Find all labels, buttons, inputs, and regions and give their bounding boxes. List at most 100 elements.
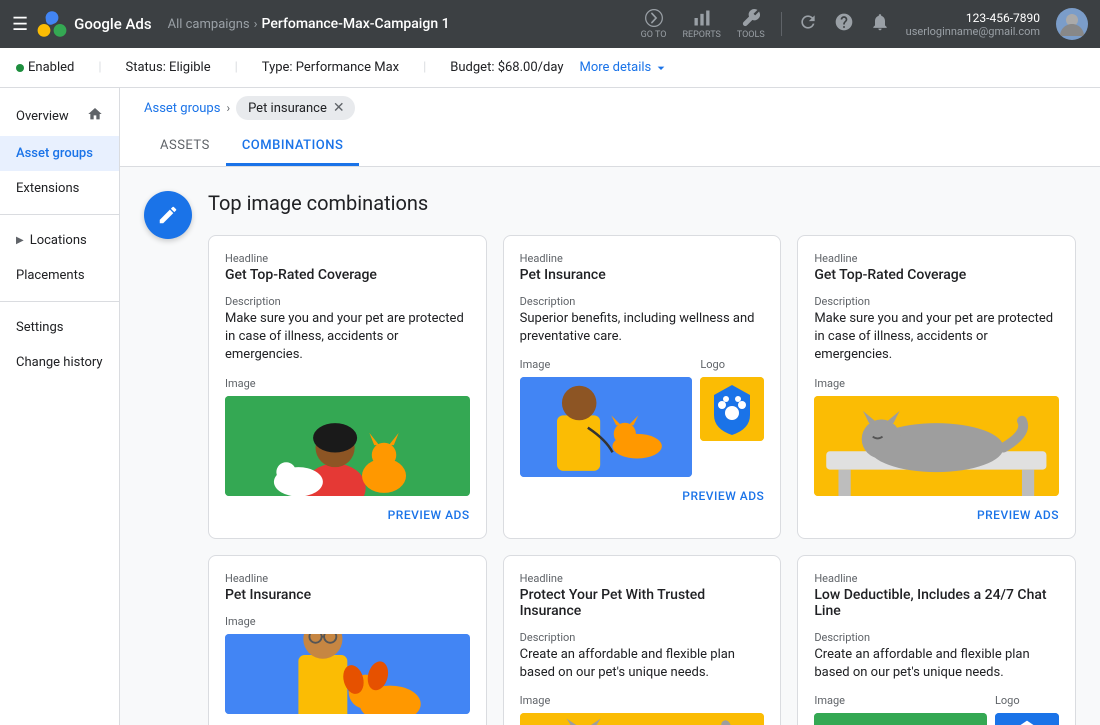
asset-groups-label: Asset groups [16, 146, 93, 161]
edit-button[interactable] [144, 191, 192, 239]
overview-label: Overview [16, 109, 69, 124]
sidebar-item-settings[interactable]: Settings [0, 310, 119, 345]
card5-headline-label: Headline [520, 572, 765, 585]
combination-card-6: Headline Low Deductible, Includes a 24/7… [797, 555, 1076, 725]
sidebar-section-locations: ▶ Locations Placements [0, 214, 119, 293]
card3-desc-label: Description [814, 295, 1059, 308]
combination-card-2: Headline Pet Insurance Description Super… [503, 235, 782, 539]
type-status: Type: Performance Max [262, 60, 399, 75]
sidebar-item-placements[interactable]: Placements [0, 258, 119, 293]
vet-cat-illustration [520, 377, 693, 477]
change-history-label: Change history [16, 355, 103, 370]
more-details-button[interactable]: More details [579, 60, 669, 76]
card2-logo-area: Logo [700, 358, 764, 477]
all-campaigns-link[interactable]: All campaigns [168, 17, 250, 32]
sidebar-item-overview[interactable]: Overview [0, 96, 119, 136]
sidebar-item-change-history[interactable]: Change history [0, 345, 119, 380]
asset-groups-breadcrumb[interactable]: Asset groups [144, 101, 220, 116]
locations-label: Locations [30, 233, 87, 248]
card3-headline-label: Headline [814, 252, 1059, 265]
tools-button[interactable]: TOOLS [737, 8, 765, 40]
eligibility-status: Status: Eligible [126, 60, 211, 75]
card6-headline-label: Headline [814, 572, 1059, 585]
reports-label: REPORTS [682, 30, 720, 40]
status-separator-2: | [235, 60, 238, 75]
cards-grid: Headline Get Top-Rated Coverage Descript… [208, 235, 1076, 725]
help-button[interactable] [834, 12, 854, 36]
status-dot-icon [16, 64, 24, 72]
user-avatar[interactable] [1056, 8, 1088, 40]
card2-desc-label: Description [520, 295, 765, 308]
cat-sleep-illustration [814, 396, 1059, 496]
tools-label: TOOLS [737, 30, 765, 40]
card4-image-label: Image [225, 615, 470, 628]
section-title: Top image combinations [208, 191, 1076, 215]
notifications-button[interactable] [870, 12, 890, 36]
card6-logo-label: Logo [995, 694, 1059, 707]
card2-image-area: Image [520, 358, 693, 477]
account-email: userloginname@gmail.com [906, 25, 1040, 38]
combinations-content-area: Top image combinations Headline Get Top-… [120, 167, 1100, 725]
app-body: Overview Asset groups Extensions ▶ Locat… [0, 88, 1100, 725]
card1-desc-label: Description [225, 295, 470, 308]
tab-combinations[interactable]: COMBINATIONS [226, 128, 360, 166]
refresh-button[interactable] [798, 12, 818, 36]
status-separator-3: | [423, 60, 426, 75]
paw-logo2-illustration [995, 713, 1059, 725]
sidebar-item-asset-groups[interactable]: Asset groups [0, 136, 119, 171]
settings-label: Settings [16, 320, 63, 335]
woman-dog-illustration [814, 713, 987, 725]
card6-media-row: Image [814, 694, 1059, 725]
top-navigation: ☰ Google Ads All campaigns › Perfomance-… [0, 0, 1100, 48]
vet-dog-illustration [225, 634, 470, 714]
card1-image-label: Image [225, 377, 470, 390]
card1-preview-ads-button[interactable]: PREVIEW ADS [225, 508, 470, 522]
card6-headline-value: Low Deductible, Includes a 24/7 Chat Lin… [814, 587, 1059, 619]
combination-card-3: Headline Get Top-Rated Coverage Descript… [797, 235, 1076, 539]
sidebar-item-locations[interactable]: ▶ Locations [0, 223, 119, 258]
status-separator-1: | [98, 60, 101, 75]
status-bar: Enabled | Status: Eligible | Type: Perfo… [0, 48, 1100, 88]
goto-label: GO TO [641, 30, 667, 40]
card5-headline-value: Protect Your Pet With Trusted Insurance [520, 587, 765, 619]
hamburger-menu-icon[interactable]: ☰ [12, 14, 28, 35]
card6-image-area: Image [814, 694, 987, 725]
app-name: Google Ads [74, 15, 151, 33]
reports-button[interactable]: REPORTS [682, 8, 720, 40]
card3-desc-value: Make sure you and your pet are protected… [814, 310, 1059, 365]
cat-sleep2-illustration [520, 713, 765, 725]
tag-close-button[interactable]: ✕ [333, 100, 345, 116]
locations-chevron-icon: ▶ [16, 235, 24, 246]
goto-button[interactable]: GO TO [641, 8, 667, 40]
combination-card-5: Headline Protect Your Pet With Trusted I… [503, 555, 782, 725]
tab-assets[interactable]: ASSETS [144, 128, 226, 166]
card5-image-area [520, 713, 765, 725]
card3-preview-ads-button[interactable]: PREVIEW ADS [814, 508, 1059, 522]
placements-label: Placements [16, 268, 85, 283]
card2-preview-ads-button[interactable]: PREVIEW ADS [520, 489, 765, 503]
card6-logo-area: Logo [995, 694, 1059, 725]
card4-headline-label: Headline [225, 572, 470, 585]
google-ads-logo: Google Ads [36, 8, 151, 40]
nav-divider [781, 12, 782, 36]
campaign-name: Perfomance-Max-Campaign 1 [262, 16, 450, 32]
pet-insurance-tag: Pet insurance ✕ [236, 96, 355, 120]
extensions-label: Extensions [16, 181, 79, 196]
breadcrumb-separator-icon: › [226, 101, 230, 115]
nav-right-area: GO TO REPORTS TOOLS 123-456-7890 userlog… [641, 8, 1088, 40]
card2-image-label: Image [520, 358, 693, 371]
card2-media-row: Image [520, 358, 765, 477]
card5-desc-value: Create an affordable and flexible plan b… [520, 646, 765, 682]
asset-group-header: Asset groups › Pet insurance ✕ ASSETS CO… [120, 88, 1100, 167]
card2-logo-label: Logo [700, 358, 764, 371]
account-number: 123-456-7890 [966, 11, 1040, 25]
card5-image-label: Image [520, 694, 765, 707]
card1-image-area [225, 396, 470, 496]
card1-desc-value: Make sure you and your pet are protected… [225, 310, 470, 365]
tabs-row: ASSETS COMBINATIONS [144, 128, 1076, 166]
enabled-status: Enabled [16, 60, 74, 75]
card6-desc-value: Create an affordable and flexible plan b… [814, 646, 1059, 682]
google-ads-logo-icon [36, 8, 68, 40]
card3-image-label: Image [814, 377, 1059, 390]
sidebar-item-extensions[interactable]: Extensions [0, 171, 119, 206]
